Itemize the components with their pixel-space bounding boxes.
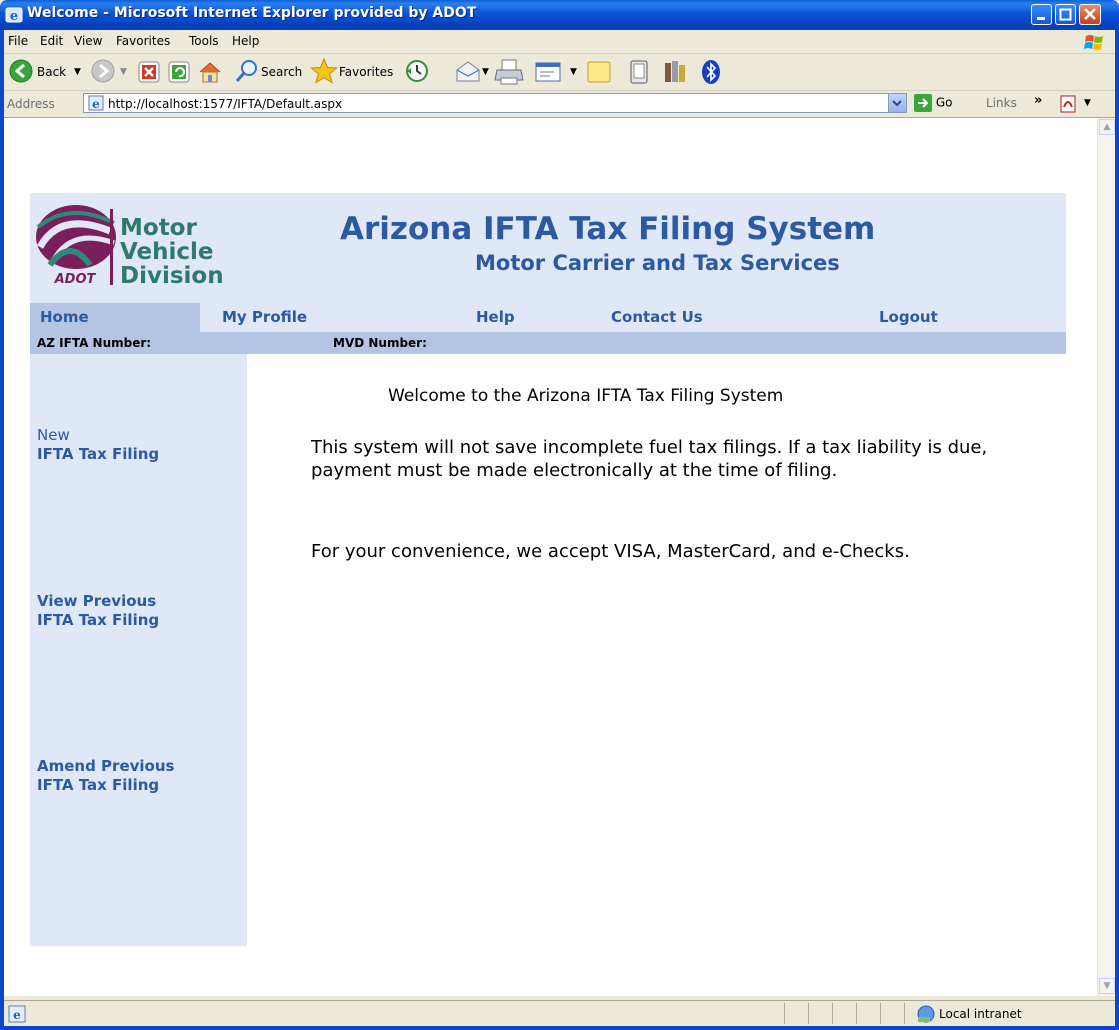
go-button[interactable]: Go xyxy=(914,94,952,112)
mvd-logo: ADOT Motor Vehicle Division xyxy=(30,203,245,288)
back-button[interactable]: Back xyxy=(37,65,66,79)
title-bar: e Welcome - Microsoft Internet Explorer … xyxy=(0,0,1119,30)
home-icon[interactable] xyxy=(197,59,223,85)
window-bottom-frame xyxy=(0,1026,1119,1030)
favorites-button[interactable]: Favorites xyxy=(339,65,393,79)
refresh-icon[interactable] xyxy=(168,61,190,83)
favorites-star-icon[interactable] xyxy=(310,57,338,85)
windows-flag-icon xyxy=(1084,35,1103,50)
go-label: Go xyxy=(935,95,953,110)
address-dropdown-button[interactable] xyxy=(888,94,906,112)
menu-favorites[interactable]: Favorites xyxy=(116,34,170,48)
nav-home[interactable]: Home xyxy=(40,308,89,326)
maximize-button[interactable] xyxy=(1055,4,1076,25)
menu-help[interactable]: Help xyxy=(232,34,259,48)
sidebar-amend-line2: IFTA Tax Filing xyxy=(37,776,160,794)
svg-text:e: e xyxy=(10,9,18,24)
menu-file[interactable]: File xyxy=(8,34,28,48)
search-icon[interactable] xyxy=(234,58,260,84)
chevron-down-icon xyxy=(892,100,902,107)
toolbar: Back ▼ ▼ Search Favorites ▼ ▼ xyxy=(4,54,1115,91)
chevron-right-icon[interactable]: » xyxy=(1034,93,1042,108)
svg-text:e: e xyxy=(13,1008,21,1022)
sidebar-new-line1: New xyxy=(37,426,70,444)
address-input[interactable]: e http://localhost:1577/IFTA/Default.asp… xyxy=(83,93,907,113)
nav-help[interactable]: Help xyxy=(476,308,515,326)
logo-line-3: Division xyxy=(120,263,224,289)
sidebar-amend-filing-link[interactable]: Amend Previous IFTA Tax Filing xyxy=(37,757,174,795)
mail-icon[interactable] xyxy=(454,58,482,84)
stop-icon[interactable] xyxy=(138,61,160,83)
edit-icon[interactable] xyxy=(534,60,564,84)
close-icon xyxy=(1084,8,1096,20)
discuss-icon[interactable] xyxy=(586,60,612,84)
main-nav: Home My Profile Help Contact Us Logout xyxy=(30,303,1066,332)
scroll-down-icon[interactable]: ▼ xyxy=(1099,978,1115,994)
page-subtitle: Motor Carrier and Tax Services xyxy=(475,251,840,275)
info-paragraph-2: For your convenience, we accept VISA, Ma… xyxy=(311,541,910,562)
maximize-icon xyxy=(1059,8,1072,21)
vertical-scrollbar[interactable]: ▲ ▼ xyxy=(1097,118,1115,996)
browser-viewport: ADOT Motor Vehicle Division Arizona IFTA… xyxy=(4,118,1097,996)
menu-tools[interactable]: Tools xyxy=(189,34,219,48)
page-status-icon: e xyxy=(8,1005,26,1023)
edit-dropdown-icon[interactable]: ▼ xyxy=(570,67,577,77)
page-title: Arizona IFTA Tax Filing System xyxy=(340,211,876,247)
minimize-icon xyxy=(1037,17,1045,20)
adot-logo-icon: ADOT xyxy=(36,205,116,287)
intranet-zone-icon xyxy=(917,1005,935,1023)
window-title: Welcome - Microsoft Internet Explorer pr… xyxy=(27,5,477,21)
sidebar-new-line2: IFTA Tax Filing xyxy=(37,445,160,463)
page-icon: e xyxy=(88,95,104,111)
links-button[interactable]: Links xyxy=(986,96,1017,110)
page-header: ADOT Motor Vehicle Division Arizona IFTA… xyxy=(30,193,1066,316)
account-info-bar: AZ IFTA Number: MVD Number: xyxy=(30,332,1066,354)
messenger-icon[interactable] xyxy=(628,60,650,84)
logo-line-2: Vehicle xyxy=(120,239,214,265)
menu-edit[interactable]: Edit xyxy=(40,34,63,48)
close-button[interactable] xyxy=(1079,4,1101,25)
search-button[interactable]: Search xyxy=(261,65,302,79)
status-bar: e Local intranet xyxy=(4,1000,1115,1027)
sidebar-view-line2: IFTA Tax Filing xyxy=(37,611,160,629)
print-icon[interactable] xyxy=(494,58,524,86)
welcome-heading: Welcome to the Arizona IFTA Tax Filing S… xyxy=(388,386,784,406)
sidebar-view-line1: View Previous xyxy=(37,592,157,610)
minimize-button[interactable] xyxy=(1031,4,1052,25)
info-paragraph-1: This system will not save incomplete fue… xyxy=(311,437,988,481)
menu-view[interactable]: View xyxy=(74,34,102,48)
ie-icon: e xyxy=(5,7,23,24)
mail-dropdown-icon[interactable]: ▼ xyxy=(482,67,489,77)
research-icon[interactable] xyxy=(662,59,688,85)
ifta-number-label: AZ IFTA Number: xyxy=(37,336,152,350)
logo-line-1: Motor xyxy=(120,215,197,241)
adot-badge: ADOT xyxy=(54,272,97,287)
mvd-number-label: MVD Number: xyxy=(333,336,427,350)
address-bar: Address e http://localhost:1577/IFTA/Def… xyxy=(4,91,1115,118)
sidebar: New IFTA Tax Filing View Previous IFTA T… xyxy=(30,354,247,946)
bluetooth-icon[interactable] xyxy=(700,59,722,85)
menu-bar: File Edit View Favorites Tools Help xyxy=(4,30,1115,54)
address-url: http://localhost:1577/IFTA/Default.aspx xyxy=(108,97,343,111)
scroll-up-icon[interactable]: ▲ xyxy=(1099,119,1115,135)
sidebar-new-filing-link[interactable]: New IFTA Tax Filing xyxy=(37,426,159,464)
acrobat-icon[interactable] xyxy=(1060,95,1080,113)
nav-my-profile[interactable]: My Profile xyxy=(222,308,307,326)
back-dropdown-icon[interactable]: ▼ xyxy=(74,67,81,77)
logo-text: Motor Vehicle Division xyxy=(120,216,224,288)
svg-text:e: e xyxy=(92,97,100,111)
back-icon[interactable] xyxy=(8,58,34,84)
nav-logout[interactable]: Logout xyxy=(879,308,938,326)
address-label: Address xyxy=(7,97,55,111)
nav-contact-us[interactable]: Contact Us xyxy=(611,308,703,326)
sidebar-view-filing-link[interactable]: View Previous IFTA Tax Filing xyxy=(37,592,159,630)
sidebar-amend-line1: Amend Previous xyxy=(37,757,175,775)
acrobat-dropdown-icon[interactable]: ▼ xyxy=(1084,98,1091,108)
security-zone-label: Local intranet xyxy=(939,1007,1022,1021)
forward-dropdown-icon[interactable]: ▼ xyxy=(120,67,127,77)
history-icon[interactable] xyxy=(404,58,430,84)
go-arrow-icon xyxy=(914,94,932,112)
forward-icon[interactable] xyxy=(90,58,116,84)
